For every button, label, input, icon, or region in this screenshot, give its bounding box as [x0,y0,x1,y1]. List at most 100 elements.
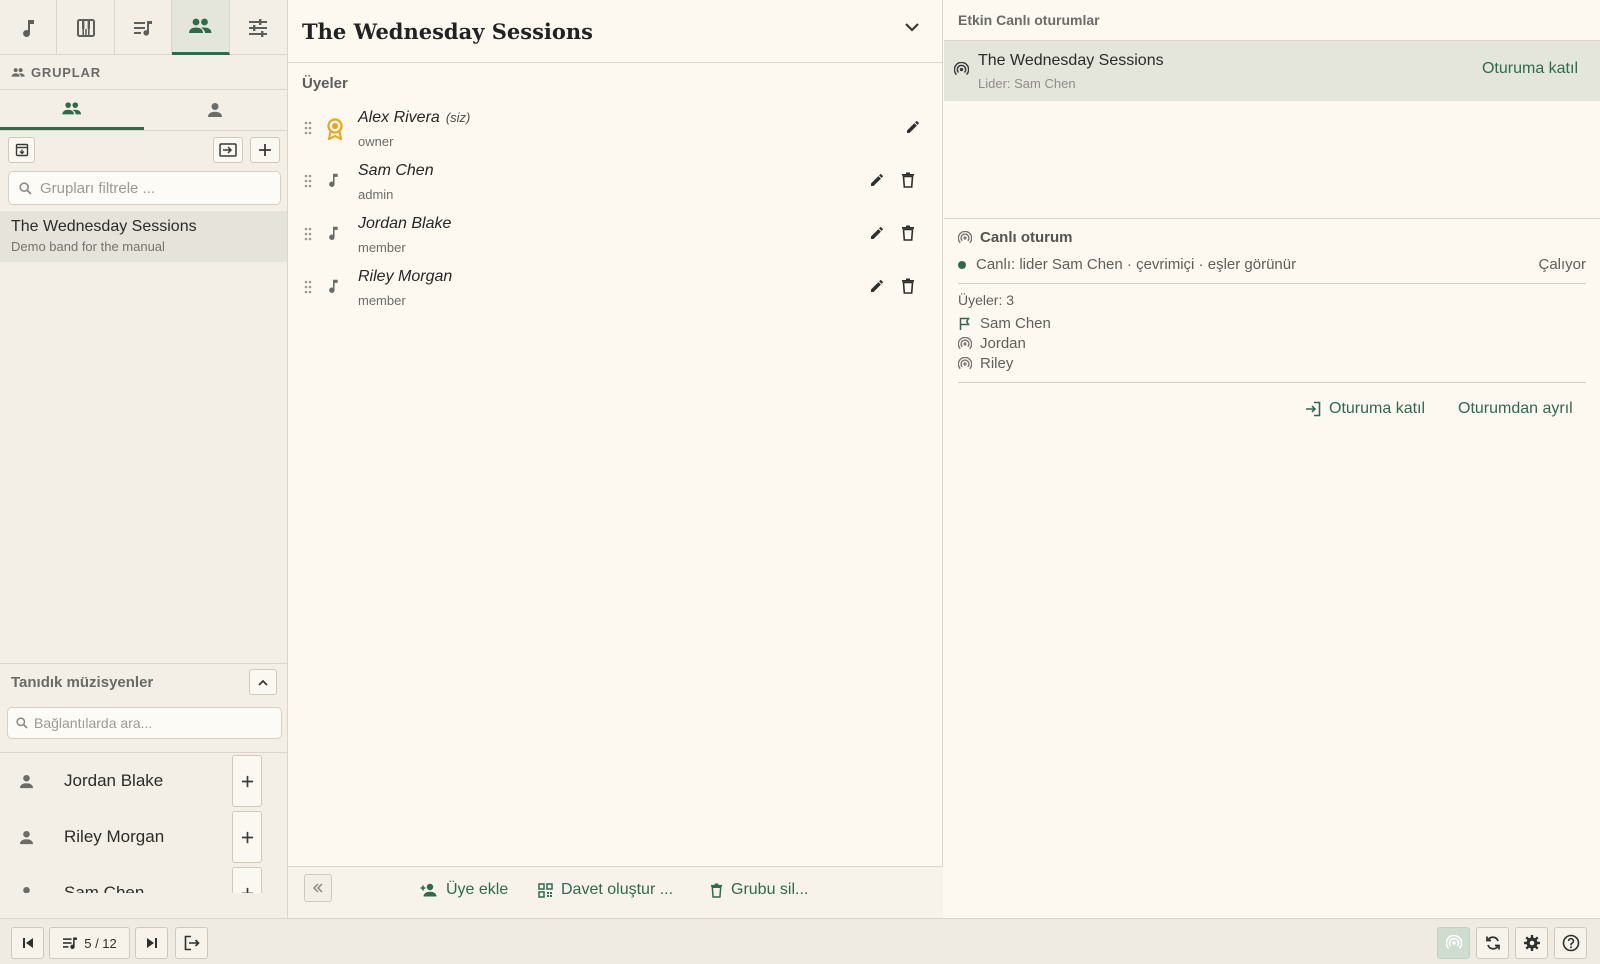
musician-name: Jordan Blake [64,771,164,790]
edit-icon[interactable] [905,119,921,135]
drag-handle-icon[interactable] [304,121,312,135]
person-icon [19,886,34,893]
add-musician-button[interactable] [232,811,262,863]
active-sessions-header: Etkin Canlı oturumlar [944,0,1600,41]
create-invite-button[interactable]: Davet oluştur ... [538,881,673,899]
member-name: Riley Morgan [358,268,453,285]
collapse-panel-button[interactable] [304,874,332,902]
group-actions-footer: Üye ekle Davet oluştur ... Grubu sil... [288,866,943,918]
musician-row: Jordan Blake [0,753,287,809]
member-name: Jordan Blake [358,215,452,232]
musicians-search-input[interactable] [34,715,264,731]
music-note-icon [326,277,340,295]
playlist-icon [62,936,78,950]
live-session-title: Canlı oturum [980,229,1073,246]
member-role: owner [358,134,394,149]
broadcast-icon [1445,935,1462,951]
setlist-counter-button[interactable]: 5 / 12 [49,927,130,959]
live-status-line: Canlı: lider Sam Chen · çevrimiçi · eşle… [958,256,1586,273]
live-member-name: Riley [980,355,1014,372]
next-button[interactable] [135,927,168,959]
sync-button[interactable] [1476,927,1509,959]
tab-groups[interactable] [172,0,230,55]
groups-sidebar: GRUPLAR Grupları filtrele ... The Wednes… [0,0,288,918]
drag-handle-icon[interactable] [304,280,312,294]
live-member-name: Jordan [980,335,1026,352]
join-session-link[interactable]: Oturuma katıl [1482,60,1578,78]
chevron-up-icon [258,679,268,686]
group-name: The Wednesday Sessions [11,218,197,235]
join-session-button[interactable]: Oturuma katıl [1305,400,1425,418]
group-list-item[interactable]: The Wednesday Sessions Demo band for the… [0,211,287,262]
groups-sub-tabs [0,90,287,131]
plus-icon [258,143,272,157]
collapse-musicians-button[interactable] [249,669,277,695]
archive-icon [15,143,29,157]
drag-handle-icon[interactable] [304,174,312,188]
group-header: The Wednesday Sessions [288,0,942,63]
sync-icon [1485,935,1501,951]
add-group-button[interactable] [250,137,280,163]
exit-button[interactable] [175,927,208,959]
tab-person[interactable] [144,90,288,130]
musicians-list: Jordan Blake Riley Morgan Sam Chen [0,752,287,893]
musicians-header: Tanıdık müzisyenler [0,663,287,701]
drag-handle-icon[interactable] [304,227,312,241]
tab-settings-tune[interactable] [230,0,287,55]
musicians-search-field[interactable] [7,707,282,739]
delete-group-button[interactable]: Grubu sil... [710,881,808,899]
groups-small-icon [11,67,25,78]
person-add-icon [420,883,438,897]
add-musician-button[interactable] [232,755,262,807]
live-member-name: Sam Chen [980,315,1051,332]
skip-previous-icon [22,937,34,949]
tab-setlists[interactable] [115,0,173,55]
session-list-item[interactable]: The Wednesday Sessions Lider: Sam Chen O… [944,41,1600,101]
trash-icon[interactable] [901,172,915,188]
trash-icon[interactable] [901,225,915,241]
music-note-icon [326,224,340,242]
musician-row: Riley Morgan [0,809,287,865]
edit-icon[interactable] [869,225,885,241]
edit-icon[interactable] [869,172,885,188]
active-sessions-title: Etkin Canlı oturumlar [958,12,1100,28]
add-musician-button[interactable] [232,867,262,893]
group-toolbar [0,131,287,169]
live-member: Sam Chen [958,315,1051,332]
previous-button[interactable] [11,927,44,959]
group-filter-field[interactable] [8,171,281,205]
chevron-down-icon[interactable] [904,22,920,32]
divider [958,382,1586,383]
member-row: Alex Rivera (siz) owner [288,103,943,156]
live-session-toggle[interactable] [1437,927,1470,959]
broadcast-icon [958,230,972,245]
tab-songs[interactable] [0,0,58,55]
session-leader: Lider: Sam Chen [978,76,1076,91]
help-button[interactable] [1554,927,1587,959]
owner-badge-icon [326,118,344,140]
tab-piano[interactable] [57,0,115,55]
group-filter-input[interactable] [40,179,260,197]
music-note-icon [19,18,37,38]
import-button[interactable] [213,137,243,163]
trash-icon[interactable] [901,278,915,294]
add-member-button[interactable]: Üye ekle [420,881,508,899]
you-label: (siz) [445,110,471,125]
member-name-wrap: Alex Rivera (siz) [358,109,470,127]
plus-icon [241,775,254,788]
flag-icon [958,317,972,331]
member-row: Sam Chen admin [288,156,943,209]
leave-session-button[interactable]: Oturumdan ayrıl [1458,400,1573,418]
edit-icon[interactable] [869,278,885,294]
top-tab-bar [0,0,287,55]
group-description: Demo band for the manual [11,239,165,254]
status-dot [958,260,966,269]
settings-button[interactable] [1515,927,1548,959]
skip-next-icon [146,937,158,949]
musicians-title: Tanıdık müzisyenler [11,674,154,691]
double-chevron-left-icon [312,883,324,893]
tab-group-list[interactable] [0,90,144,130]
session-name: The Wednesday Sessions [978,52,1164,69]
member-role: member [358,293,406,308]
archive-button[interactable] [8,137,35,163]
